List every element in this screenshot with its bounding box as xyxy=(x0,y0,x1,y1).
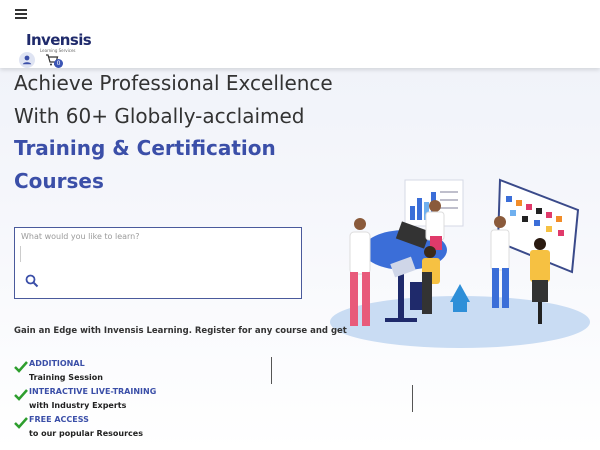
benefit-title: FREE ACCESS xyxy=(29,415,89,424)
cart-count-badge: 0 xyxy=(54,59,63,68)
user-icon[interactable] xyxy=(19,52,35,68)
benefit-subtitle: with Industry Experts xyxy=(29,401,127,410)
benefit-subtitle: Training Session xyxy=(29,373,103,382)
site-header: Invensis Learning Services 0 xyxy=(0,0,600,68)
hero-line-2: With 60+ Globally-acclaimed xyxy=(14,104,305,128)
invensis-logo[interactable]: Invensis Learning Services xyxy=(26,31,92,54)
divider xyxy=(412,385,413,412)
hero-line-1: Achieve Professional Excellence xyxy=(14,71,333,95)
promo-text: Gain an Edge with Invensis Learning. Reg… xyxy=(14,326,347,336)
cart-icon[interactable]: 0 xyxy=(45,51,63,68)
benefit-title: ADDITIONAL xyxy=(29,359,85,368)
text-caret xyxy=(20,246,21,262)
divider xyxy=(271,357,272,384)
hamburger-menu-icon[interactable] xyxy=(15,9,27,19)
check-icon xyxy=(14,417,28,429)
search-icon[interactable] xyxy=(25,273,39,288)
training-illustration xyxy=(310,172,595,352)
hero-highlight-line-2: Courses xyxy=(14,169,104,193)
benefit-title: INTERACTIVE LIVE-TRAINING xyxy=(29,387,157,396)
logo-text: Invensis xyxy=(26,31,92,49)
check-icon xyxy=(14,361,28,373)
hero-highlight-line-1: Training & Certification xyxy=(14,136,276,160)
search-box xyxy=(14,227,302,299)
benefit-subtitle: to our popular Resources xyxy=(29,429,143,438)
search-input[interactable] xyxy=(21,232,297,241)
check-icon xyxy=(14,389,28,401)
